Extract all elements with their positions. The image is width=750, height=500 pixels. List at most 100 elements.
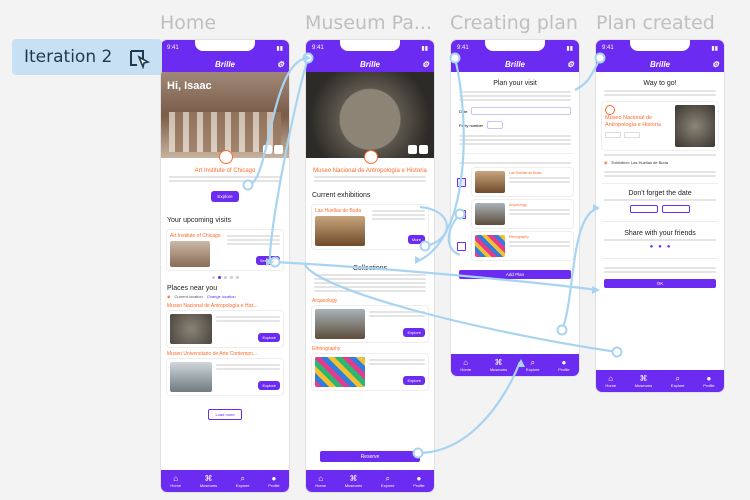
current-location-label: Current location	[174, 294, 203, 299]
collections-description	[306, 274, 434, 292]
upcoming-visit-card[interactable]: Art Institute of Chicago See Plan	[167, 230, 283, 270]
place-explore-button-1[interactable]: Explore	[258, 333, 280, 342]
checklist-card-1: Las Huellas de Buda	[472, 168, 573, 196]
share-icon[interactable]	[408, 145, 417, 154]
exhibition-line: Exhibition: Las Huellas de Buda	[611, 160, 668, 165]
places-heading: Places near you	[167, 285, 218, 292]
nav-home[interactable]: ⌂ Home	[315, 474, 326, 488]
change-location-link[interactable]: Change location	[207, 294, 236, 299]
twitter-icon[interactable]: ●	[658, 244, 662, 250]
place-title-1[interactable]: Museo Nacional de Antropología e Hist...	[161, 301, 289, 311]
checklist-item-1[interactable]: Las Huellas de Buda	[457, 168, 573, 196]
ok-button[interactable]: OK	[604, 279, 716, 288]
nav-explore-label: Explore	[235, 483, 250, 488]
app-bar: Brille ⚙	[451, 56, 579, 72]
checkbox-3[interactable]	[457, 241, 466, 251]
instagram-icon[interactable]: ●	[667, 244, 671, 250]
facebook-icon[interactable]: ●	[650, 244, 654, 250]
add-apple-calendar-button[interactable]	[662, 205, 690, 213]
home-icon: ⌂	[608, 374, 614, 383]
share-icon[interactable]	[263, 145, 272, 154]
collection-title-2[interactable]: Ethnography	[306, 342, 434, 354]
nav-museums[interactable]: ⌘ Museums	[635, 374, 652, 388]
nav-museums[interactable]: ⌘ Museums	[345, 474, 362, 488]
nav-home[interactable]: ⌂ Home	[605, 374, 616, 388]
search-icon: ⌕	[240, 474, 245, 483]
see-plan-button[interactable]: See Plan	[255, 256, 280, 265]
plan-summary-card[interactable]: Museo Nacional de Antropología e Histori…	[602, 102, 718, 150]
nav-home[interactable]: ⌂ Home	[170, 474, 181, 488]
party-number-label: Party number	[459, 122, 484, 128]
battery-icon: ▮▮	[421, 45, 428, 52]
nav-explore[interactable]: ⌕ Explore	[526, 358, 540, 372]
bookmark-icon[interactable]	[419, 145, 428, 154]
bookmark-icon[interactable]	[274, 145, 283, 154]
museum-title: Museo Nacional de Antropología e Histori…	[313, 168, 427, 174]
nav-home-label: Home	[460, 367, 472, 372]
app-name: Brille	[649, 59, 670, 69]
reserve-button[interactable]: Reserve	[320, 451, 420, 462]
exhibition-card[interactable]: Las Huellas de Buda More	[312, 205, 428, 249]
featured-museum-title[interactable]: Art Institute of Chicago	[161, 168, 289, 174]
party-number-input[interactable]	[487, 121, 504, 129]
date-chip	[605, 132, 621, 138]
gear-icon[interactable]: ⚙	[277, 60, 284, 69]
checklist-item-2[interactable]: Arqueology	[457, 200, 573, 228]
nav-explore[interactable]: ⌕ Explore	[236, 474, 250, 488]
carousel-dots	[161, 276, 289, 279]
nav-explore-label: Explore	[525, 367, 540, 372]
checklist-image-3	[475, 235, 505, 257]
nav-explore[interactable]: ⌕ Explore	[671, 374, 685, 388]
nav-home[interactable]: ⌂ Home	[460, 358, 471, 372]
search-icon: ⌕	[385, 474, 390, 483]
nav-explore[interactable]: ⌕ Explore	[381, 474, 395, 488]
checklist-card-2: Arqueology	[472, 200, 573, 228]
collection-card-2[interactable]: Explore	[312, 354, 428, 390]
bottom-nav: ⌂ Home ⌘ Museums ⌕ Explore ● Profile	[161, 470, 289, 492]
gear-icon[interactable]: ⚙	[567, 60, 574, 69]
nav-explore-label: Explore	[670, 383, 685, 388]
checklist-image-1	[475, 171, 505, 193]
collection-explore-button-2[interactable]: Explore	[403, 376, 425, 385]
frame-title-created: Plan created	[596, 12, 715, 34]
place-explore-button-2[interactable]: Explore	[258, 381, 280, 390]
checkbox-1[interactable]	[457, 177, 466, 187]
exhibition-icon: ◉	[604, 160, 608, 165]
iteration-badge[interactable]: Iteration 2	[12, 39, 162, 75]
nav-home-label: Home	[170, 483, 182, 488]
phone-notch	[485, 40, 545, 51]
prototype-play-icon	[130, 50, 150, 69]
nav-home-label: Home	[605, 383, 617, 388]
load-more-button[interactable]: Load more	[208, 409, 242, 420]
collection-title-1[interactable]: Arqueology	[306, 294, 434, 306]
collection-explore-button-1[interactable]: Explore	[403, 328, 425, 337]
nav-museums[interactable]: ⌘ Museums	[200, 474, 217, 488]
search-icon: ⌕	[530, 358, 535, 367]
checkbox-2[interactable]	[457, 209, 466, 219]
add-plan-button[interactable]: Add Plan	[459, 270, 571, 279]
check-list-label	[596, 154, 724, 156]
place-title-2[interactable]: Museo Universitario de Arte Contempo...	[161, 347, 289, 359]
checklist-item-3[interactable]: Ethnography	[457, 232, 573, 260]
iteration-label: Iteration 2	[24, 47, 113, 67]
nav-profile[interactable]: ● Profile	[703, 374, 714, 388]
add-google-calendar-button[interactable]	[630, 205, 658, 213]
nav-profile[interactable]: ● Profile	[413, 474, 424, 488]
museum-description	[306, 176, 434, 182]
nav-profile[interactable]: ● Profile	[268, 474, 279, 488]
more-button[interactable]: More	[407, 235, 425, 244]
nav-profile[interactable]: ● Profile	[558, 358, 569, 372]
place-description-2	[216, 364, 280, 370]
place-card-1[interactable]: Explore	[167, 311, 283, 347]
gear-icon[interactable]: ⚙	[712, 60, 719, 69]
nav-museums[interactable]: ⌘ Museums	[490, 358, 507, 372]
plan-heading: Plan your visit	[493, 80, 537, 87]
explore-button[interactable]: Explore	[211, 191, 239, 202]
gear-icon[interactable]: ⚙	[422, 60, 429, 69]
place-card-2[interactable]: Explore	[167, 359, 283, 395]
place-image-1	[170, 314, 212, 344]
museum-logo-icon	[219, 150, 233, 164]
date-input[interactable]	[471, 107, 571, 115]
museum-logo-icon	[364, 150, 378, 164]
collection-card-1[interactable]: Explore	[312, 306, 428, 342]
